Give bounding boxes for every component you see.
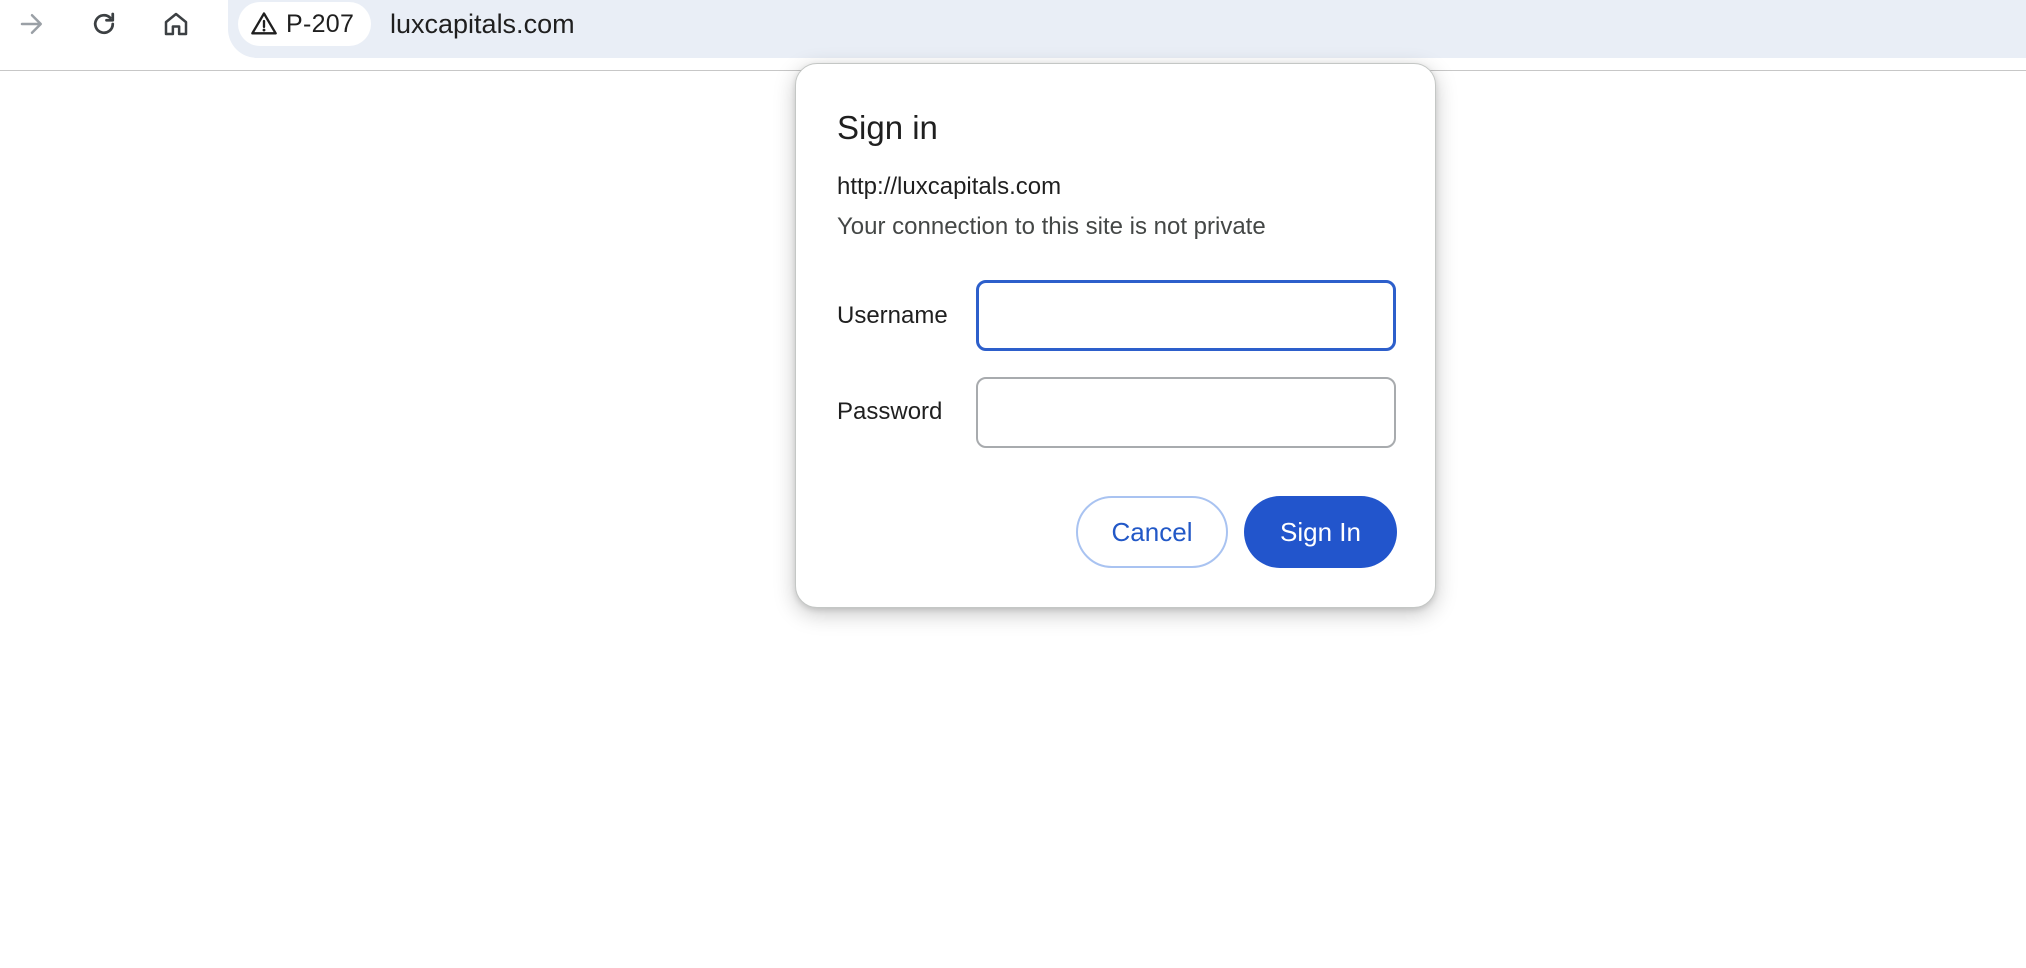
sign-in-dialog: Sign in http://luxcapitals.com Your conn…	[795, 63, 1436, 608]
security-chip-label: P-207	[286, 9, 355, 38]
home-icon	[164, 12, 188, 36]
connection-warning: Your connection to this site is not priv…	[837, 213, 1266, 240]
cancel-button[interactable]: Cancel	[1076, 496, 1228, 568]
dialog-title: Sign in	[837, 109, 938, 146]
home-button[interactable]	[156, 4, 196, 44]
warning-triangle-icon	[251, 12, 277, 35]
reload-button[interactable]	[84, 4, 124, 44]
username-input[interactable]	[976, 280, 1396, 351]
password-label: Password	[837, 398, 943, 425]
url-text[interactable]: luxcapitals.com	[390, 6, 575, 42]
reload-icon	[93, 12, 115, 35]
address-bar[interactable]: P-207 luxcapitals.com	[228, 0, 2026, 58]
forward-button[interactable]	[12, 4, 52, 44]
password-input[interactable]	[976, 377, 1396, 448]
browser-toolbar: P-207 luxcapitals.com	[0, 0, 2026, 71]
sign-in-button[interactable]: Sign In	[1244, 496, 1397, 568]
security-chip[interactable]: P-207	[238, 2, 372, 46]
dialog-origin: http://luxcapitals.com	[837, 173, 1062, 200]
forward-arrow-icon	[20, 14, 42, 34]
username-label: Username	[837, 302, 948, 329]
